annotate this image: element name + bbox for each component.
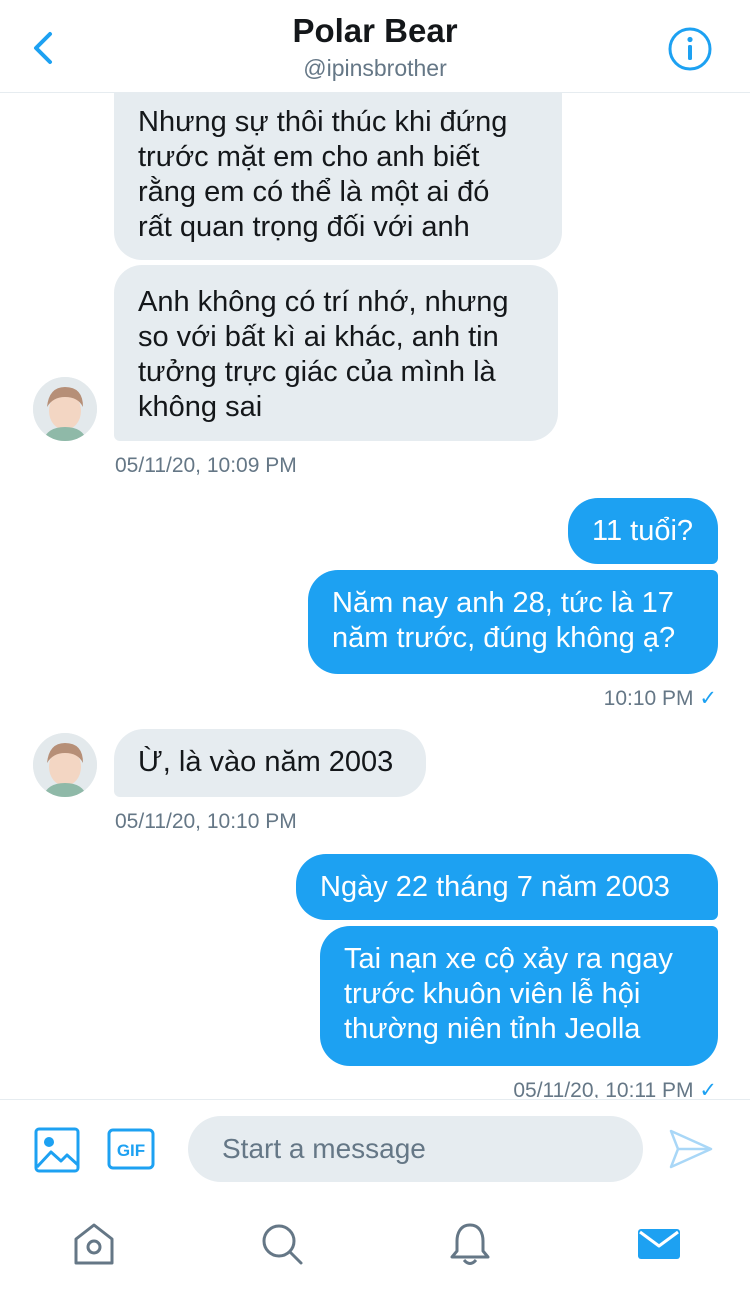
avatar-image — [33, 377, 97, 441]
message-composer: GIF — [0, 1099, 750, 1200]
message-input[interactable] — [188, 1116, 643, 1182]
message-bubble-outgoing[interactable]: Ngày 22 tháng 7 năm 2003 — [296, 854, 718, 920]
info-icon[interactable] — [667, 26, 713, 72]
message-timestamp: 05/11/20, 10:09 PM — [115, 454, 297, 477]
message-timestamp: 05/11/20, 10:11 PM — [513, 1079, 694, 1098]
message-bubble-incoming[interactable]: Nhưng sự thôi thúc khi đứng trước mặt em… — [114, 92, 562, 260]
message-timestamp-row: 05/11/20, 10:11 PM ✓ — [513, 1078, 717, 1098]
conversation-title[interactable]: Polar Bear — [0, 12, 750, 50]
message-timestamp: 10:10 PM — [603, 687, 694, 710]
message-timestamp: 05/11/20, 10:10 PM — [115, 810, 297, 833]
search-icon[interactable] — [259, 1221, 305, 1267]
message-thread[interactable]: Nhưng sự thôi thúc khi đứng trước mặt em… — [0, 92, 750, 1098]
conversation-handle: @ipinsbrother — [303, 55, 447, 81]
home-icon[interactable] — [71, 1221, 117, 1267]
message-timestamp-row: 10:10 PM ✓ — [604, 686, 717, 711]
sender-avatar[interactable] — [33, 733, 97, 797]
gif-frame: GIF — [107, 1128, 155, 1170]
bell-icon[interactable] — [447, 1221, 493, 1267]
message-bubble-incoming[interactable]: Ừ, là vào năm 2003 — [114, 729, 426, 797]
image-icon[interactable] — [34, 1127, 80, 1173]
bottom-tab-bar — [0, 1199, 750, 1297]
gif-label: GIF — [117, 1141, 145, 1160]
sent-check-icon: ✓ — [699, 1079, 717, 1098]
gif-icon[interactable]: GIF — [107, 1128, 155, 1170]
message-bubble-outgoing[interactable]: Năm nay anh 28, tức là 17 năm trước, đún… — [308, 570, 718, 674]
sender-avatar[interactable] — [33, 377, 97, 441]
message-bubble-incoming[interactable]: Anh không có trí nhớ, nhưng so với bất k… — [114, 265, 558, 441]
send-icon[interactable] — [668, 1128, 714, 1170]
sent-check-icon: ✓ — [699, 687, 717, 710]
message-bubble-outgoing[interactable]: Tai nạn xe cộ xảy ra ngay trước khuôn vi… — [320, 926, 718, 1066]
mail-icon[interactable] — [636, 1221, 682, 1267]
message-bubble-outgoing[interactable]: 11 tuổi? — [568, 498, 718, 564]
conversation-header: Polar Bear @ipinsbrother — [0, 0, 750, 93]
avatar-image — [33, 733, 97, 797]
